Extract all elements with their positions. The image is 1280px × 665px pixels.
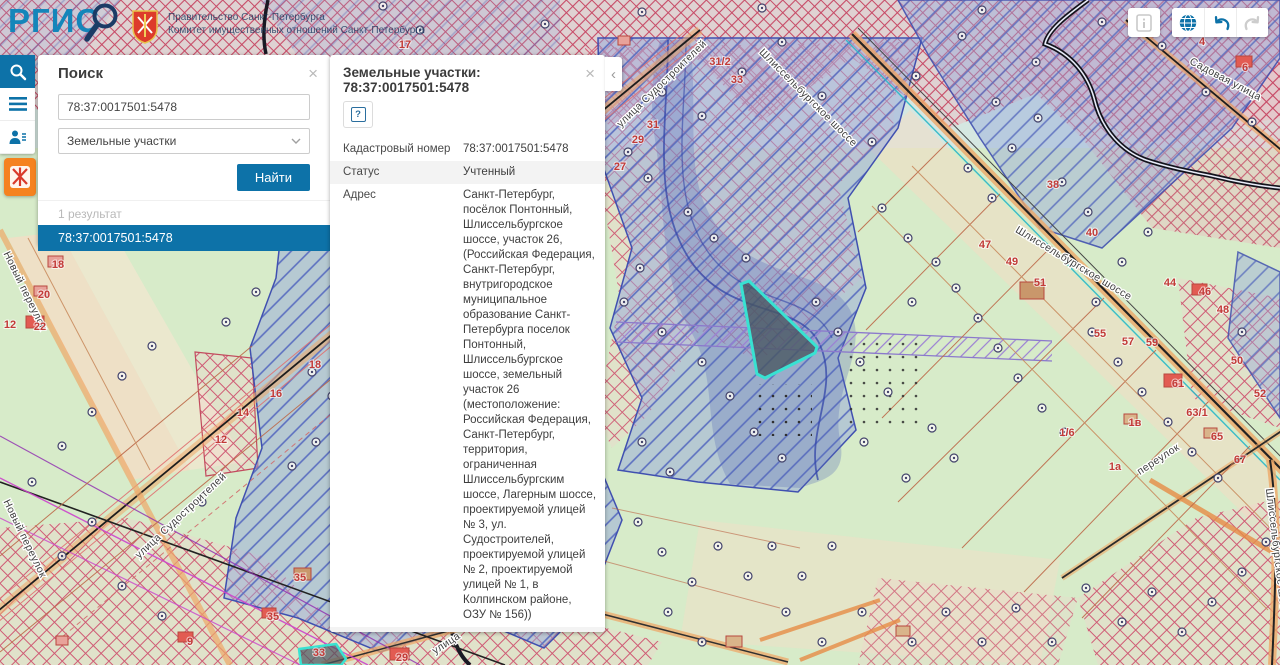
svg-text:18: 18	[309, 359, 321, 371]
info-row-value: 78:37:0017501:5478	[463, 142, 597, 157]
info-row: Кадастровый номер78:37:0017501:5478	[330, 138, 605, 161]
info-tool-button[interactable]	[1128, 8, 1160, 37]
svg-text:29: 29	[632, 134, 644, 146]
svg-text:38: 38	[1047, 179, 1059, 191]
svg-text:44: 44	[1164, 277, 1177, 289]
svg-text:35: 35	[267, 611, 279, 623]
hamburger-icon	[9, 97, 27, 111]
info-row-value: Учтенный	[463, 165, 597, 180]
svg-text:59: 59	[1146, 337, 1158, 349]
rgis-app: улица Судостроителейулица Судостроителей…	[0, 0, 1280, 665]
svg-text:51: 51	[1034, 277, 1046, 289]
svg-text:9: 9	[187, 636, 193, 648]
svg-text:63/1: 63/1	[1186, 407, 1207, 419]
search-result-item[interactable]: 78:37:0017501:5478	[38, 225, 330, 251]
info-row: АдресСанкт-Петербург, посёлок Понтонный,…	[330, 184, 605, 627]
layer-select[interactable]: Земельные участки	[58, 128, 310, 154]
search-panel: Поиск × Земельные участки Найти 1 резуль…	[38, 55, 330, 246]
info-row-value: Санкт-Петербург, посёлок Понтонный, Шлис…	[463, 188, 597, 623]
info-row-label: Статус	[343, 165, 463, 180]
attribute-help-button[interactable]: ?	[343, 101, 373, 128]
info-row-value: для индивидуального жилищного строительс…	[463, 631, 597, 632]
svg-text:1в: 1в	[1129, 417, 1142, 429]
info-row-label: Вид разрешенного использования	[343, 631, 463, 632]
svg-text:12: 12	[215, 434, 227, 446]
svg-text:17: 17	[399, 39, 411, 51]
search-tool-button[interactable]	[0, 55, 35, 88]
svg-text:57: 57	[1122, 336, 1134, 348]
svg-text:40: 40	[1086, 227, 1098, 239]
svg-text:33: 33	[731, 74, 743, 86]
top-right-solo	[1128, 8, 1160, 37]
globe-button[interactable]	[1172, 8, 1204, 37]
info-row-label: Адрес	[343, 188, 463, 623]
user-list-icon	[8, 129, 27, 145]
svg-text:48: 48	[1217, 304, 1229, 316]
user-profile-button[interactable]	[0, 121, 35, 154]
left-toolbar	[0, 55, 35, 154]
svg-text:47: 47	[979, 239, 991, 251]
svg-text:18: 18	[52, 259, 64, 271]
info-box-icon	[1135, 13, 1153, 33]
svg-text:1/6: 1/6	[1059, 427, 1074, 439]
layers-menu-button[interactable]	[0, 88, 35, 121]
redo-icon	[1243, 14, 1263, 32]
svg-text:20: 20	[38, 289, 50, 301]
find-button[interactable]: Найти	[237, 164, 310, 191]
svg-text:52: 52	[1254, 388, 1266, 400]
search-icon	[9, 63, 27, 81]
svg-text:50: 50	[1231, 355, 1243, 367]
undo-icon	[1211, 14, 1231, 32]
search-panel-close-icon[interactable]: ×	[308, 65, 318, 82]
svg-text:12: 12	[4, 319, 16, 331]
svg-text:22: 22	[34, 321, 46, 333]
svg-text:67: 67	[1234, 454, 1246, 466]
svg-text:65: 65	[1211, 431, 1223, 443]
svg-text:31/2: 31/2	[709, 56, 730, 68]
svg-text:1а: 1а	[1109, 461, 1122, 473]
svg-text:33: 33	[313, 647, 325, 659]
svg-text:29: 29	[396, 652, 408, 664]
info-row: Вид разрешенного использованиядля индиви…	[330, 627, 605, 632]
redo-button[interactable]	[1236, 8, 1268, 37]
layer-select-value: Земельные участки	[67, 134, 176, 148]
svg-text:27: 27	[614, 161, 626, 173]
info-panel-title: Земельные участки: 78:37:0017501:5478	[343, 65, 585, 95]
svg-text:6: 6	[1242, 62, 1248, 74]
svg-text:14: 14	[237, 407, 250, 419]
attribute-table: Кадастровый номер78:37:0017501:5478Стату…	[330, 138, 605, 632]
panel-collapse-button[interactable]: ‹	[605, 57, 622, 91]
search-input[interactable]	[58, 94, 310, 120]
svg-text:55: 55	[1094, 328, 1106, 340]
question-box-icon: ?	[351, 107, 366, 122]
top-right-group	[1172, 8, 1268, 37]
svg-text:46: 46	[1199, 286, 1211, 298]
undo-button[interactable]	[1204, 8, 1236, 37]
search-panel-title: Поиск	[58, 65, 103, 82]
svg-text:49: 49	[1006, 256, 1018, 268]
svg-text:35: 35	[294, 572, 306, 584]
info-row-label: Кадастровый номер	[343, 142, 463, 157]
svg-text:16: 16	[270, 388, 282, 400]
chevron-down-icon	[291, 138, 301, 144]
parcel-info-panel: Земельные участки: 78:37:0017501:5478 × …	[330, 55, 605, 632]
svg-text:31: 31	[647, 119, 659, 131]
results-count: 1 результат	[38, 200, 330, 225]
globe-icon	[1178, 13, 1198, 33]
svg-text:4: 4	[1199, 36, 1206, 48]
spb-emblem-button[interactable]	[4, 158, 36, 196]
spb-emblem-icon	[9, 165, 31, 189]
svg-text:61: 61	[1172, 378, 1184, 390]
info-row: СтатусУчтенный	[330, 161, 605, 184]
info-panel-close-icon[interactable]: ×	[585, 65, 595, 82]
